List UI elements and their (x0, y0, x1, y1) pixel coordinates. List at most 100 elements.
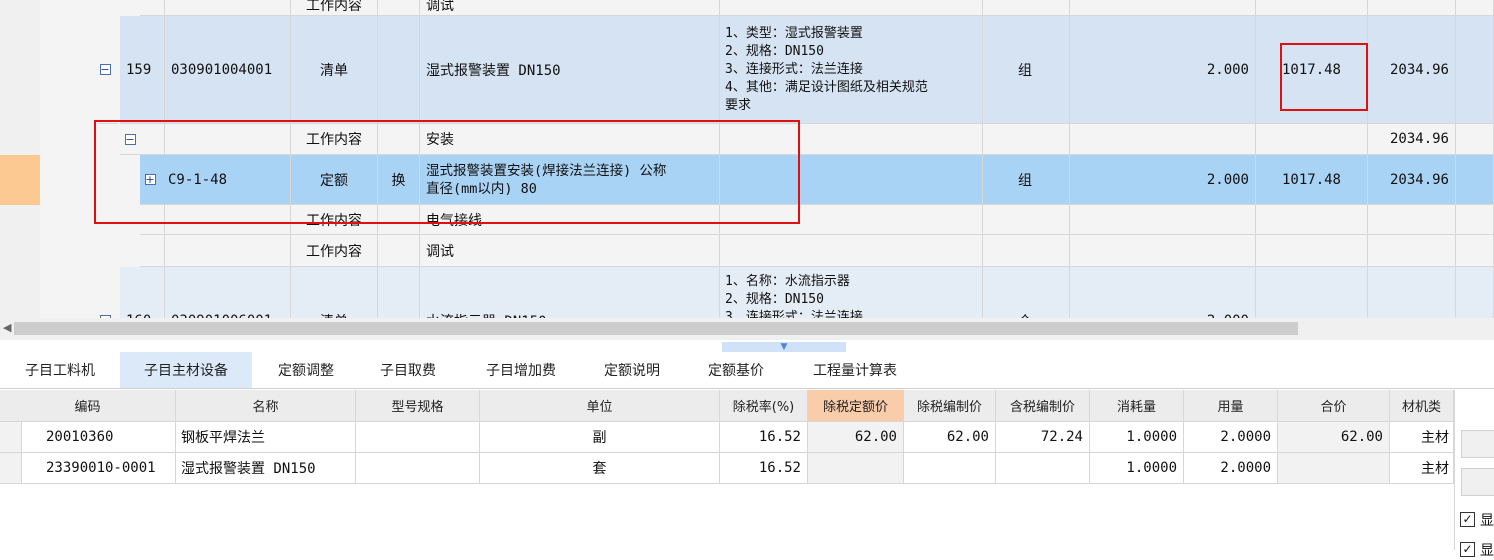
cell-unit[interactable]: 套 (480, 453, 720, 484)
horizontal-scrollbar[interactable]: ◀ (0, 318, 1494, 340)
row-type: 工作内容 (291, 235, 378, 267)
tab-material-machine[interactable]: 子目工料机 (10, 352, 110, 388)
col-header-category[interactable]: 材机类 (1390, 390, 1454, 422)
col-header-tax-rate[interactable]: 除税率(%) (720, 390, 808, 422)
cell-consumption[interactable]: 1.0000 (1090, 453, 1184, 484)
row-code: 030901006001 (165, 267, 291, 318)
row-unit: 组 (983, 16, 1070, 124)
row-type: 清单 (291, 267, 378, 318)
material-grid: 编码 名称 型号规格 单位 除税率(%) 除税定额价 除税编制价 含税编制价 消… (0, 390, 1494, 559)
cell-consumption[interactable]: 1.0000 (1090, 422, 1184, 453)
row-unit: 个 (983, 267, 1070, 318)
cell-quota-price[interactable]: 62.00 (808, 422, 904, 453)
row-name: 湿式报警装置安装(焊接法兰连接) 公称 直径(mm以内) 80 (420, 155, 720, 205)
cell-tax-edit-price[interactable]: 72.24 (996, 422, 1090, 453)
scrollbar-thumb[interactable] (14, 322, 1298, 335)
tab-base-price[interactable]: 定额基价 (690, 352, 782, 388)
row-type: 清单 (291, 16, 378, 124)
table-row-work-debug[interactable]: 工作内容 调试 (0, 235, 1494, 267)
row-name: 调试 (420, 0, 720, 16)
table-row-159[interactable]: − 159 030901004001 清单 湿式报警装置 DN150 1、类型：… (0, 16, 1494, 124)
tab-quota-adjust[interactable]: 定额调整 (260, 352, 352, 388)
col-header-edit-price[interactable]: 除税编制价 (904, 390, 996, 422)
tab-quota-note[interactable]: 定额说明 (586, 352, 678, 388)
col-header-total[interactable]: 合价 (1278, 390, 1390, 422)
row-seq: 159 (120, 16, 165, 124)
cell-tax-rate[interactable]: 16.52 (720, 422, 808, 453)
cell-category[interactable]: 主材 (1390, 422, 1454, 453)
side-button-1[interactable] (1461, 430, 1494, 458)
row-price: 1017.48 (1256, 16, 1368, 124)
cell-edit-price[interactable] (904, 453, 996, 484)
col-header-consumption[interactable]: 消耗量 (1090, 390, 1184, 422)
row-name: 安装 (420, 124, 720, 155)
scroll-left-icon[interactable]: ◀ (3, 321, 11, 334)
panel-splitter[interactable]: ▼ (722, 342, 846, 352)
row-name: 调试 (420, 235, 720, 267)
cell-unit[interactable]: 副 (480, 422, 720, 453)
row-seq: 160 (120, 267, 165, 318)
row-unit: 组 (983, 155, 1070, 205)
cell-tax-rate[interactable]: 16.52 (720, 453, 808, 484)
cell-usage[interactable]: 2.0000 (1184, 422, 1278, 453)
cell-category[interactable]: 主材 (1390, 453, 1454, 484)
collapse-icon[interactable]: − (124, 133, 136, 145)
row-swap-flag: 换 (378, 155, 420, 205)
col-header-usage[interactable]: 用量 (1184, 390, 1278, 422)
tab-main-material-equipment[interactable]: 子目主材设备 (120, 352, 252, 388)
detail-tabs: 子目工料机 子目主材设备 定额调整 子目取费 子目增加费 定额说明 定额基价 工… (0, 352, 1494, 389)
cell-code[interactable]: 20010360 (22, 422, 176, 453)
collapse-icon[interactable]: − (99, 64, 111, 75)
tab-quantity-calc[interactable]: 工程量计算表 (798, 352, 912, 388)
row-total: 2034.96 (1368, 155, 1456, 205)
tab-extra-fee[interactable]: 子目增加费 (468, 352, 574, 388)
col-header-quota-price[interactable]: 除税定额价 (808, 390, 904, 422)
table-row-quota-selected[interactable]: + C9-1-48 定额 换 湿式报警装置安装(焊接法兰连接) 公称 直径(mm… (0, 155, 1494, 205)
cell-tax-edit-price[interactable] (996, 453, 1090, 484)
row-code: C9-1-48 (160, 155, 291, 205)
cell-quota-price[interactable] (808, 453, 904, 484)
tab-fee[interactable]: 子目取费 (362, 352, 454, 388)
col-header-unit[interactable]: 单位 (480, 390, 720, 422)
checkbox-label: 显 (1480, 513, 1494, 529)
cell-usage[interactable]: 2.0000 (1184, 453, 1278, 484)
table-row-prev-work[interactable]: 工作内容 调试 (0, 0, 1494, 16)
cell-total[interactable] (1278, 453, 1390, 484)
col-header-tax-edit-price[interactable]: 含税编制价 (996, 390, 1090, 422)
row-type: 定额 (291, 155, 378, 205)
row-features: 1、类型：湿式报警装置 2、规格：DN150 3、连接形式：法兰连接 4、其他：… (720, 16, 983, 124)
checkbox-label: 显 (1480, 543, 1494, 559)
chevron-down-icon: ▼ (780, 342, 788, 352)
cell-spec[interactable] (356, 453, 480, 484)
row-name: 电气接线 (420, 205, 720, 235)
side-button-2[interactable] (1461, 468, 1494, 496)
row-total: 2034.96 (1368, 16, 1456, 124)
row-features: 1、名称：水流指示器 2、规格：DN150 3、连接形式：法兰连接 (720, 267, 983, 318)
col-header-name[interactable]: 名称 (176, 390, 356, 422)
table-row-work-wiring[interactable]: 工作内容 电气接线 (0, 205, 1494, 235)
cell-total[interactable]: 62.00 (1278, 422, 1390, 453)
row-price: 1017.48 (1256, 155, 1368, 205)
cell-name[interactable]: 钢板平焊法兰 (176, 422, 356, 453)
cell-code[interactable]: 23390010-0001 (22, 453, 176, 484)
table-row-160[interactable]: − 160 030901006001 清单 水流指示器 DN150 1、名称：水… (0, 267, 1494, 318)
expand-icon[interactable]: + (144, 174, 156, 185)
cell-name[interactable]: 湿式报警装置 DN150 (176, 453, 356, 484)
row-type: 工作内容 (291, 205, 378, 235)
checkbox-icon[interactable]: ✓ (1460, 512, 1475, 527)
row-total: 2034.96 (1368, 124, 1456, 155)
col-header-code[interactable]: 编码 (0, 390, 176, 422)
row-qty: 2.000 (1070, 16, 1256, 124)
cell-edit-price[interactable]: 62.00 (904, 422, 996, 453)
row-qty: 2.000 (1070, 267, 1256, 318)
row-type: 工作内容 (291, 0, 378, 16)
row-qty: 2.000 (1070, 155, 1256, 205)
row-name: 湿式报警装置 DN150 (420, 16, 720, 124)
row-type: 工作内容 (291, 124, 378, 155)
col-header-spec[interactable]: 型号规格 (356, 390, 480, 422)
row-code: 030901004001 (165, 16, 291, 124)
cell-spec[interactable] (356, 422, 480, 453)
row-name: 水流指示器 DN150 (420, 267, 720, 318)
table-row-work-install[interactable]: − 工作内容 安装 2034.96 (0, 124, 1494, 155)
quota-tree-grid: 工作内容 调试 − 159 030901004001 清单 湿式报警装置 DN1… (0, 0, 1494, 318)
